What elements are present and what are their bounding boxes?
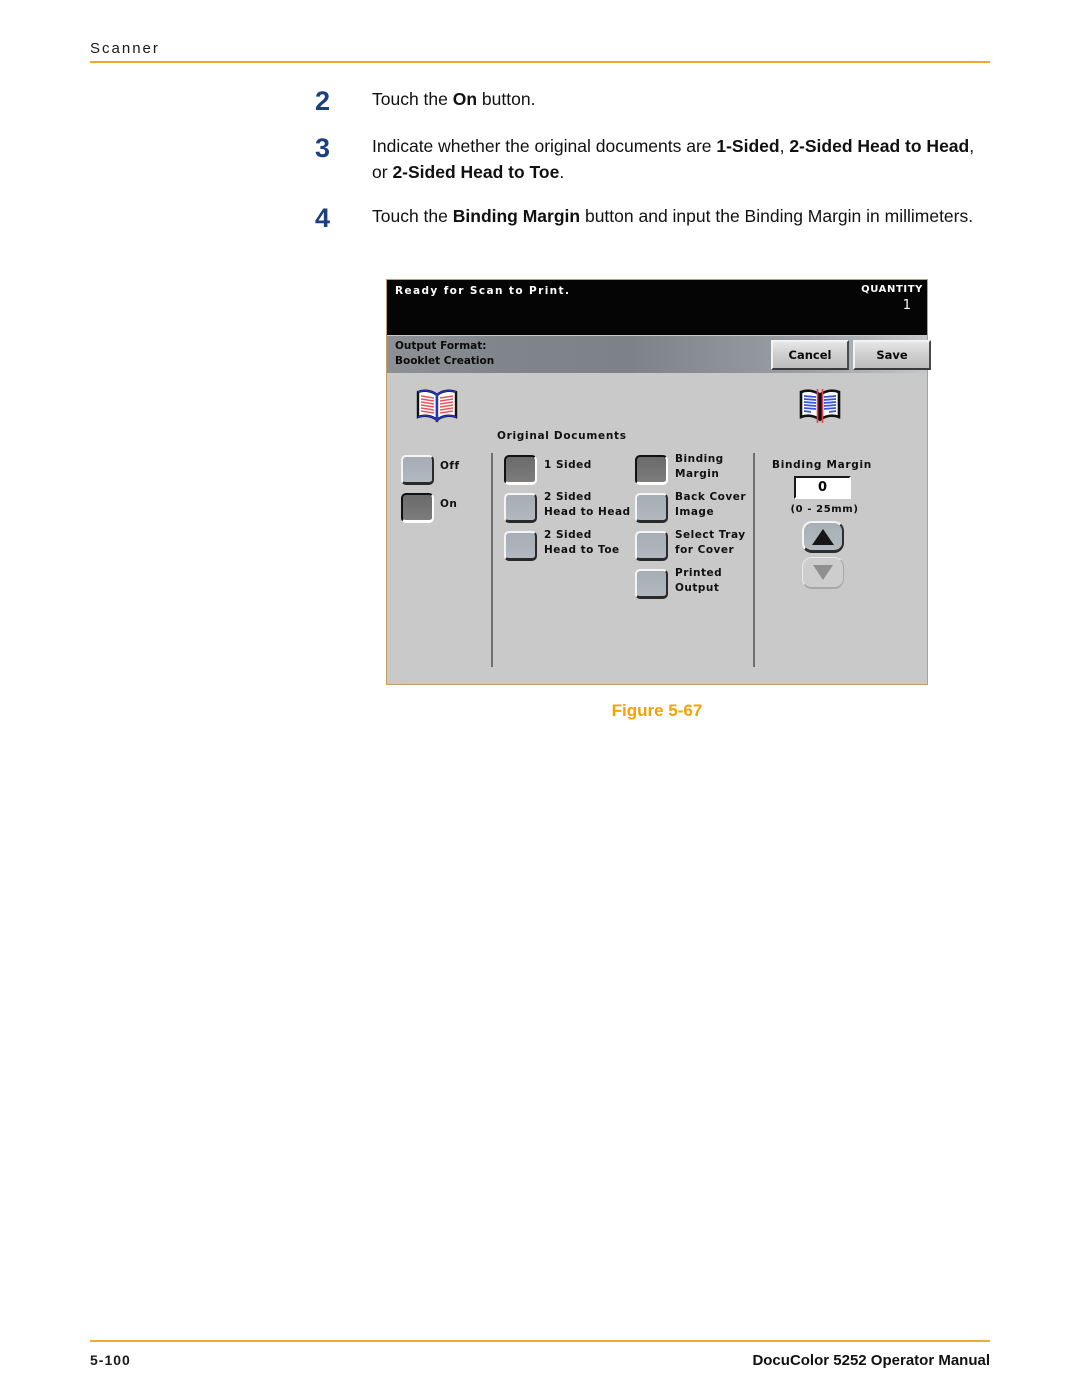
footer-manual-title: DocuColor 5252 Operator Manual	[752, 1352, 990, 1369]
binding-margin-range-label: (0 - 25mm)	[790, 504, 859, 515]
button-select-tray-for-cover[interactable]	[635, 531, 668, 561]
step-text: Touch the On button.	[372, 86, 535, 112]
triangle-up-icon	[812, 528, 834, 545]
step-text-run: button.	[477, 89, 536, 109]
step-text-emphasis: 2-Sided Head to Toe	[392, 162, 560, 182]
button-binding-margin[interactable]	[635, 455, 668, 485]
step-text-run: Touch the	[372, 206, 453, 226]
output-format-label: Output Format: Booklet Creation	[395, 339, 494, 369]
open-book-icon	[414, 387, 460, 425]
step-text-run: button and input the Binding Margin in m…	[580, 206, 974, 226]
panel-body: Original Documents Binding Margin Off On…	[387, 373, 927, 684]
step-number: 4	[315, 203, 331, 233]
button-2-sided-head-to-toe[interactable]	[504, 531, 537, 561]
step-text-emphasis: 1-Sided	[716, 136, 780, 156]
button-2-sided-head-to-head[interactable]	[504, 493, 537, 523]
button-printed-output[interactable]	[635, 569, 668, 599]
step-number: 3	[315, 133, 331, 163]
step-text-run: Indicate whether the original documents …	[372, 136, 717, 156]
binding-margin-heading: Binding Margin	[772, 459, 872, 471]
step-text-emphasis: Binding Margin	[452, 206, 581, 226]
button-on-label: On	[440, 498, 458, 510]
output-format-bar: Output Format: Booklet Creation Cancel S…	[387, 336, 931, 373]
save-button[interactable]: Save	[853, 340, 931, 370]
footer-divider	[90, 1340, 990, 1342]
step-text: Touch the Binding Margin button and inpu…	[372, 203, 973, 229]
column-divider-left	[491, 453, 493, 667]
output-format-line1: Output Format:	[395, 340, 487, 352]
output-format-line2: Booklet Creation	[395, 355, 495, 367]
open-book-with-margin-icon	[797, 387, 843, 425]
page-header: Scanner	[90, 40, 990, 63]
button-1-sided-label: 1 Sided	[544, 459, 592, 471]
original-documents-heading: Original Documents	[497, 430, 627, 442]
status-bar: Ready for Scan to Print. QUANTITY 1	[387, 280, 927, 335]
cancel-button[interactable]: Cancel	[771, 340, 849, 370]
button-on[interactable]	[401, 493, 434, 523]
button-1-sided[interactable]	[504, 455, 537, 485]
step-list: 2 Touch the On button. 3 Indicate whether t…	[315, 86, 975, 250]
step-text-run: Touch the	[372, 89, 453, 109]
binding-margin-value-field[interactable]: 0	[794, 476, 851, 499]
triangle-down-icon	[813, 565, 833, 580]
figure-caption: Figure 5-67	[611, 701, 703, 720]
button-back-cover-image-label: Back Cover Image	[675, 491, 747, 518]
binding-margin-increase-button[interactable]	[802, 521, 844, 553]
binding-margin-decrease-button[interactable]	[802, 557, 844, 589]
step-text-run: .	[559, 162, 565, 182]
button-back-cover-image[interactable]	[635, 493, 668, 523]
step-text: Indicate whether the original documents …	[372, 133, 975, 185]
step-text-emphasis: On	[452, 89, 478, 109]
page-title: Scanner	[90, 40, 160, 57]
button-2-sided-head-to-head-label: 2 Sided Head to Head	[544, 491, 631, 518]
button-printed-output-label: Printed Output	[675, 567, 723, 594]
step-item: 3 Indicate whether the original documents…	[315, 133, 975, 185]
step-text-emphasis: 2-Sided Head to Head	[789, 136, 970, 156]
button-2-sided-head-to-toe-label: 2 Sided Head to Toe	[544, 529, 620, 556]
button-off[interactable]	[401, 455, 434, 485]
footer-page-number: 5-100	[90, 1352, 131, 1368]
column-divider-right	[753, 453, 755, 667]
step-item: 2 Touch the On button.	[315, 86, 975, 115]
button-binding-margin-label: Binding Margin	[675, 453, 724, 480]
scanner-touch-panel: Ready for Scan to Print. QUANTITY 1 Outp…	[386, 279, 931, 685]
status-message: Ready for Scan to Print.	[395, 285, 571, 297]
header-divider	[90, 61, 990, 63]
button-off-label: Off	[440, 460, 460, 472]
quantity-label: QUANTITY	[861, 284, 923, 295]
step-item: 4 Touch the Binding Margin button and inp…	[315, 203, 975, 232]
button-select-tray-for-cover-label: Select Tray for Cover	[675, 529, 746, 556]
quantity-value: 1	[902, 298, 911, 313]
step-number: 2	[315, 86, 331, 116]
step-text-run: ,	[779, 136, 790, 156]
